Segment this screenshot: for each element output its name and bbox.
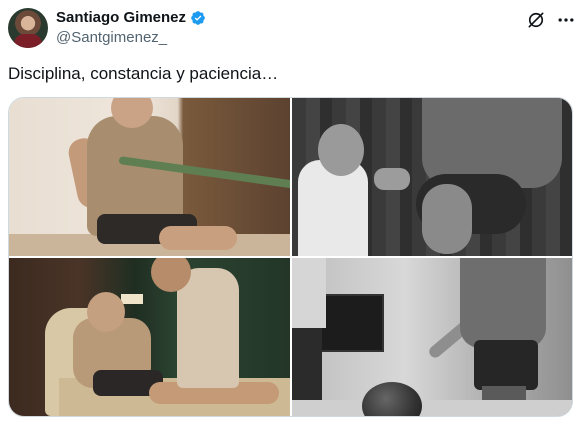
author-display-name-row[interactable]: Santiago Gimenez xyxy=(56,8,206,28)
photo-band-stretch[interactable] xyxy=(9,98,290,256)
leg xyxy=(159,226,237,250)
floor xyxy=(292,400,572,416)
tweet-header: Santiago Gimenez @Santgimenez_ xyxy=(8,8,578,52)
hand xyxy=(374,168,410,190)
patient-head xyxy=(87,292,125,332)
exercise-ball xyxy=(362,382,422,416)
author-avatar[interactable] xyxy=(8,8,48,48)
media-grid xyxy=(8,97,573,417)
photo-balance-exercise[interactable] xyxy=(292,258,572,416)
verified-badge-icon xyxy=(191,11,205,25)
seated-person-head xyxy=(318,124,364,176)
photo-massage-table[interactable] xyxy=(9,258,290,416)
right-person xyxy=(460,258,546,348)
right-person-shorts xyxy=(474,340,538,390)
left-person-shirt xyxy=(292,258,326,328)
photo-trainer-assist[interactable] xyxy=(292,98,572,256)
more-options-icon[interactable] xyxy=(556,10,576,30)
shelf xyxy=(121,294,143,304)
standing-person-thigh xyxy=(422,184,472,254)
therapist xyxy=(177,268,239,388)
author-display-name[interactable]: Santiago Gimenez xyxy=(56,8,186,28)
author-handle[interactable]: @Santgimenez_ xyxy=(56,28,206,48)
avatar-shirt xyxy=(14,34,42,48)
grok-icon[interactable] xyxy=(526,10,546,30)
tweet-text: Disciplina, constancia y paciencia… xyxy=(8,64,279,83)
author-names: Santiago Gimenez @Santgimenez_ xyxy=(56,8,206,48)
